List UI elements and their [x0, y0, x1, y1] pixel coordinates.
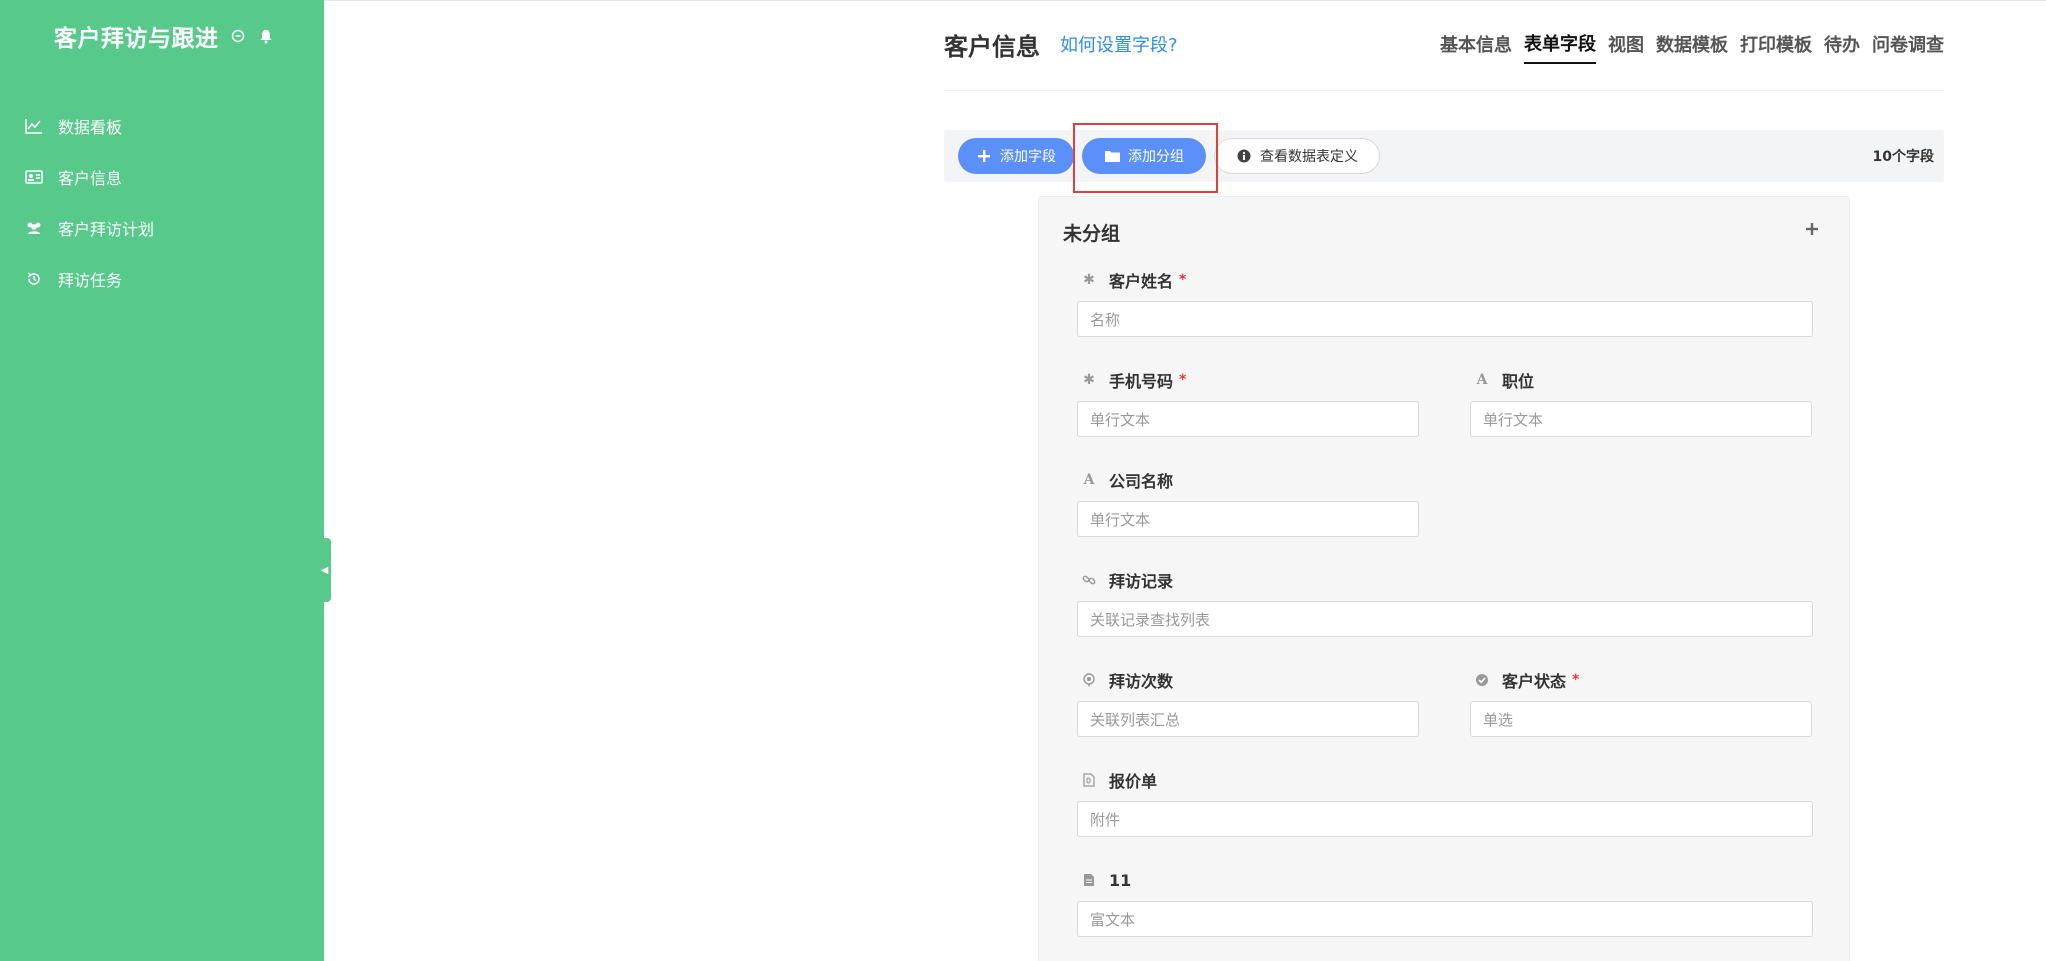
field-phone-number[interactable]: ✱ 手机号码 * 单行文本 — [1077, 367, 1419, 437]
view-table-definition-button[interactable]: 查看数据表定义 — [1214, 138, 1380, 174]
field-rich-text[interactable]: 11 富文本 — [1077, 867, 1813, 937]
sidebar-item-label: 客户信息 — [58, 168, 123, 188]
header-divider — [944, 90, 1944, 91]
field-input[interactable]: 单行文本 — [1077, 401, 1419, 437]
field-label: 公司名称 — [1109, 472, 1174, 491]
field-input[interactable]: 富文本 — [1077, 901, 1813, 937]
field-customer-name[interactable]: ✱ 客户姓名 * 名称 — [1077, 267, 1813, 337]
id-card-icon — [24, 167, 44, 187]
tab-bar: 基本信息 表单字段 视图 数据模板 打印模板 待办 问卷调查 — [1428, 22, 1944, 66]
field-input[interactable]: 关联列表汇总 — [1077, 701, 1419, 737]
text-a-icon: A — [1476, 372, 1488, 388]
sidebar-item-label: 拜访任务 — [58, 270, 123, 290]
field-label: 职位 — [1502, 372, 1535, 391]
tab-todo[interactable]: 待办 — [1824, 25, 1860, 63]
group-card: 未分组 ✱ 客户姓名 * 名称 ✱ 手机号码 * 单行文本 A 职位 单行文本 … — [1038, 196, 1850, 961]
line-chart-icon — [24, 116, 44, 136]
add-field-button[interactable]: 添加字段 — [958, 138, 1074, 174]
link-icon — [1081, 572, 1097, 588]
group-add-plus-icon[interactable] — [1805, 217, 1819, 241]
field-label: 11 — [1109, 870, 1132, 890]
page-header: 客户信息 如何设置字段? 基本信息 表单字段 视图 数据模板 打印模板 待办 问… — [944, 22, 1944, 66]
field-label: 报价单 — [1109, 772, 1158, 791]
field-position[interactable]: A 职位 单行文本 — [1470, 367, 1812, 437]
field-label: 客户状态 — [1502, 672, 1567, 691]
field-input[interactable]: 关联记录查找列表 — [1077, 601, 1813, 637]
users-icon — [24, 218, 44, 238]
tab-basic-info[interactable]: 基本信息 — [1440, 25, 1512, 63]
field-input[interactable]: 附件 — [1077, 801, 1813, 837]
field-label: 手机号码 — [1109, 372, 1174, 391]
tab-views[interactable]: 视图 — [1608, 25, 1644, 63]
field-visit-count[interactable]: 拜访次数 关联列表汇总 — [1077, 667, 1419, 737]
bell-icon[interactable] — [257, 27, 275, 45]
field-customer-status[interactable]: 客户状态 * 单选 — [1470, 667, 1812, 737]
history-icon — [24, 269, 44, 289]
minus-circle-icon[interactable] — [229, 27, 247, 45]
check-circle-icon — [1474, 672, 1490, 688]
sidebar-menu: 数据看板 客户信息 客户拜访计划 拜访任务 — [0, 100, 324, 304]
field-quotation[interactable]: 报价单 附件 — [1077, 767, 1813, 837]
tab-survey[interactable]: 问卷调查 — [1872, 25, 1944, 63]
tab-form-fields[interactable]: 表单字段 — [1524, 24, 1596, 64]
sidebar: 客户拜访与跟进 数据看板 客户信息 客户拜访计划 拜访任务 — [0, 0, 324, 961]
sidebar-item-label: 客户拜访计划 — [58, 219, 155, 239]
asterisk-icon: ✱ — [1083, 372, 1095, 388]
field-label: 拜访记录 — [1109, 572, 1174, 591]
required-mark: * — [1572, 672, 1580, 688]
field-input[interactable]: 名称 — [1077, 301, 1813, 337]
sigma-icon — [1081, 672, 1097, 688]
field-count: 10个字段 — [1872, 149, 1934, 165]
chevron-left-icon: ◀ — [320, 564, 329, 576]
tab-data-templates[interactable]: 数据模板 — [1656, 25, 1728, 63]
page-title: 客户信息 — [944, 32, 1040, 61]
sidebar-item-visit-task[interactable]: 拜访任务 — [0, 253, 324, 304]
help-link[interactable]: 如何设置字段? — [1060, 31, 1178, 57]
info-circle-icon — [1236, 148, 1252, 164]
required-mark: * — [1179, 272, 1187, 288]
attachment-icon — [1081, 772, 1097, 788]
required-mark: * — [1179, 372, 1187, 388]
app-header: 客户拜访与跟进 — [54, 18, 275, 54]
top-border-line — [90, 0, 2046, 1]
sidebar-item-visit-plan[interactable]: 客户拜访计划 — [0, 202, 324, 253]
asterisk-icon: ✱ — [1083, 272, 1095, 288]
sidebar-item-label: 数据看板 — [58, 117, 123, 137]
field-input[interactable]: 单行文本 — [1077, 501, 1419, 537]
plus-icon — [976, 148, 992, 164]
add-field-label: 添加字段 — [1000, 149, 1056, 165]
sidebar-item-dashboard[interactable]: 数据看板 — [0, 100, 324, 151]
text-a-icon: A — [1083, 472, 1095, 488]
document-icon — [1081, 872, 1097, 888]
field-visit-records[interactable]: 拜访记录 关联记录查找列表 — [1077, 567, 1813, 637]
view-definition-label: 查看数据表定义 — [1260, 149, 1358, 165]
sidebar-item-customer-info[interactable]: 客户信息 — [0, 151, 324, 202]
highlight-annotation-box — [1073, 123, 1218, 193]
field-company-name[interactable]: A 公司名称 单行文本 — [1077, 467, 1419, 537]
field-label: 客户姓名 — [1109, 272, 1174, 291]
field-input[interactable]: 单行文本 — [1470, 401, 1812, 437]
app-title: 客户拜访与跟进 — [54, 26, 219, 52]
sidebar-collapse-handle[interactable]: ◀ — [318, 538, 331, 602]
field-input[interactable]: 单选 — [1470, 701, 1812, 737]
group-title: 未分组 — [1063, 223, 1121, 245]
field-label: 拜访次数 — [1109, 672, 1174, 691]
tab-print-templates[interactable]: 打印模板 — [1740, 25, 1812, 63]
